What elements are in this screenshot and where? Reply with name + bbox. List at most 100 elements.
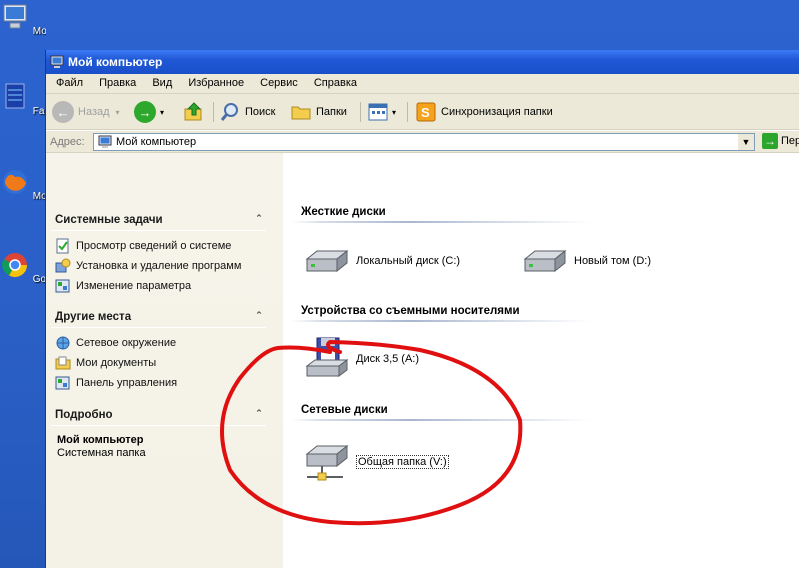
back-arrow-icon: ← (52, 101, 74, 123)
control-panel-icon (55, 376, 70, 390)
drive-c[interactable]: Локальный диск (C:) (303, 241, 460, 281)
task-pane: Системные задачи ⌃ Просмотр сведений о с… (46, 153, 283, 568)
forward-button[interactable]: → ▾ (134, 100, 164, 124)
task-view-system-info[interactable]: Просмотр сведений о системе (55, 238, 231, 254)
back-label: Назад (78, 106, 110, 118)
task-label: Установка и удаление программ (76, 260, 242, 272)
desktop-icon-my-computer[interactable]: Мой компьют (0, 2, 46, 37)
menu-edit[interactable]: Правка (99, 77, 136, 89)
place-control-panel[interactable]: Панель управления (55, 375, 177, 391)
svg-text:S: S (421, 105, 430, 120)
group-divider (291, 221, 591, 223)
go-arrow-icon: → (762, 133, 778, 149)
folders-icon (291, 106, 311, 120)
system-info-icon (56, 238, 69, 254)
title-bar[interactable]: Мой компьютер (46, 50, 799, 74)
window-title: Мой компьютер (68, 55, 163, 69)
address-bar: Адрес: Мой компьютер ▼ → Пер (46, 131, 799, 153)
group-removable-title: Устройства со съемными носителями (301, 305, 520, 317)
address-input[interactable]: Мой компьютер ▼ (93, 133, 755, 151)
sync-icon: S (416, 102, 436, 122)
group-network-title: Сетевые диски (301, 404, 388, 416)
collapse-icon[interactable]: ⌃ (252, 310, 266, 324)
chrome-icon (2, 253, 28, 278)
explorer-window: Мой компьютер Файл Правка Вид Избранное … (45, 50, 799, 568)
content-pane: Жесткие диски Локальный диск (C:) Новый … (283, 153, 799, 568)
address-value: Мой компьютер (116, 136, 197, 148)
search-button[interactable]: Поиск (219, 100, 275, 124)
system-tasks-title: Системные задачи (55, 214, 163, 226)
network-drive-icon (305, 444, 349, 481)
toolbar-separator (360, 102, 361, 122)
details-header[interactable]: Подробно ⌃ (51, 404, 266, 426)
menu-file[interactable]: Файл (56, 77, 83, 89)
chevron-down-icon[interactable]: ▾ (160, 108, 164, 117)
drive-d[interactable]: Новый том (D:) (521, 241, 651, 281)
group-divider (291, 320, 591, 322)
drive-label: Локальный диск (C:) (356, 255, 461, 267)
other-places-header[interactable]: Другие места ⌃ (51, 306, 266, 328)
hard-drive-icon (523, 249, 567, 273)
drive-label: Общая папка (V:) (356, 455, 449, 469)
sync-folder-button[interactable]: S Синхронизация папки (415, 100, 553, 124)
up-folder-button[interactable] (183, 100, 205, 124)
firefox-icon (3, 170, 27, 194)
drive-label: Диск 3,5 (A:) (356, 353, 420, 365)
my-computer-icon (3, 4, 27, 29)
toolbar-separator (407, 102, 408, 122)
views-button[interactable]: ▾ (367, 100, 396, 124)
chevron-down-icon[interactable]: ▾ (116, 108, 120, 117)
back-button[interactable]: ← Назад ▾ (52, 100, 120, 124)
desktop-icon-far-manager[interactable]: Far Mana (0, 82, 46, 117)
folders-button[interactable]: Папки (290, 100, 347, 124)
desktop-icon-label: Мой компьют (32, 26, 46, 37)
go-button[interactable]: → Пер (762, 133, 799, 149)
group-hard-drives-title: Жесткие диски (301, 206, 386, 218)
desktop-icon-firefox[interactable]: Mozilla Fi (0, 167, 46, 202)
my-documents-icon (55, 356, 71, 370)
my-computer-icon (98, 135, 112, 148)
toolbar-separator (213, 102, 214, 122)
menu-favorites[interactable]: Избранное (188, 77, 244, 89)
folders-label: Папки (316, 106, 347, 118)
place-my-documents[interactable]: Мои документы (55, 355, 156, 371)
my-computer-icon (50, 55, 64, 68)
place-label: Сетевое окружение (76, 337, 177, 349)
task-change-setting[interactable]: Изменение параметра (55, 278, 191, 294)
sync-label: Синхронизация папки (441, 106, 553, 118)
control-panel-icon (55, 279, 70, 293)
desktop-icon-chrome[interactable]: Google C (0, 250, 46, 285)
system-tasks-header[interactable]: Системные задачи ⌃ (51, 209, 266, 231)
task-add-remove-programs[interactable]: Установка и удаление программ (55, 258, 241, 274)
other-places-title: Другие места (55, 311, 132, 323)
menu-help[interactable]: Справка (314, 77, 357, 89)
drive-v[interactable]: Общая папка (V:) (303, 440, 449, 484)
search-label: Поиск (245, 106, 276, 118)
details-title: Подробно (55, 409, 113, 421)
go-label: Пер (781, 135, 799, 147)
far-manager-icon (5, 83, 25, 109)
task-label: Изменение параметра (76, 280, 192, 292)
place-label: Мои документы (76, 357, 157, 369)
place-network[interactable]: Сетевое окружение (55, 335, 176, 351)
collapse-icon[interactable]: ⌃ (252, 408, 266, 422)
group-divider (291, 419, 591, 421)
views-icon (368, 103, 388, 121)
details-type: Системная папка (57, 447, 146, 459)
search-icon (220, 103, 238, 121)
task-label: Просмотр сведений о системе (76, 240, 232, 252)
add-remove-programs-icon (55, 258, 71, 273)
menu-tools[interactable]: Сервис (260, 77, 298, 89)
address-label: Адрес: (50, 136, 85, 148)
forward-arrow-icon: → (134, 101, 156, 123)
toolbar: ← Назад ▾ → ▾ Поиск Папки ▾ S Синхрониза… (46, 94, 799, 130)
place-label: Панель управления (76, 377, 178, 389)
details-name: Мой компьютер (57, 434, 144, 446)
chevron-down-icon[interactable]: ▼ (738, 134, 754, 150)
up-folder-icon (184, 102, 202, 121)
menu-bar: Файл Правка Вид Избранное Сервис Справка (46, 74, 799, 94)
drive-a[interactable]: Диск 3,5 (A:) (303, 336, 419, 382)
hard-drive-icon (305, 249, 349, 273)
collapse-icon[interactable]: ⌃ (252, 213, 266, 227)
menu-view[interactable]: Вид (152, 77, 172, 89)
